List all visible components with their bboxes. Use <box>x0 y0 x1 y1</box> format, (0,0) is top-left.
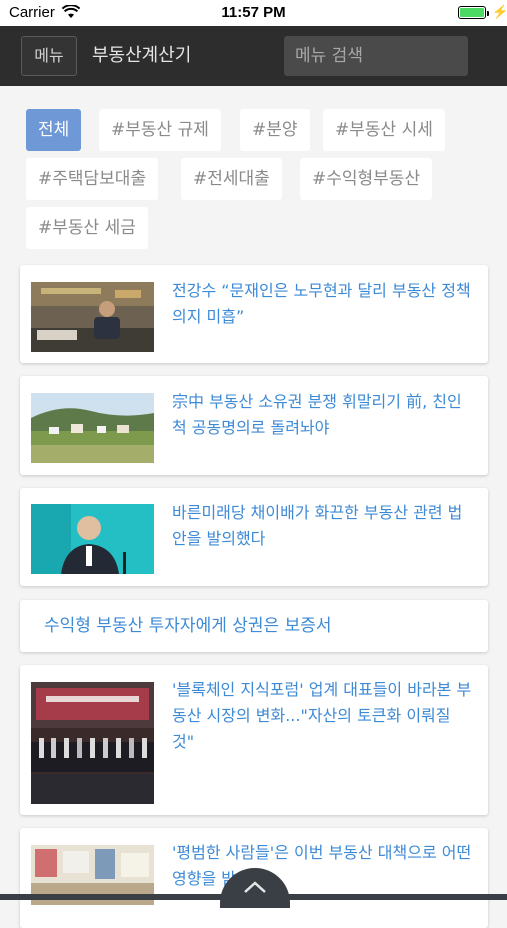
charging-bolt-icon: ⚡ <box>492 4 507 19</box>
clock: 11:57 PM <box>221 4 286 21</box>
tag-all[interactable]: 전체 <box>26 109 82 151</box>
tag-mortgage-loan[interactable]: #주택담보대출 <box>26 158 159 200</box>
news-title-3[interactable]: 바른미래당 채이배가 화끈한 부동산 관련 법안을 발의했다 <box>172 500 472 552</box>
news-thumbnail-5 <box>31 682 154 804</box>
news-card-5[interactable]: '블록체인 지식포럼' 업계 대표들이 바라본 부동산 시장의 변화..."자산… <box>20 665 488 815</box>
news-title-1[interactable]: 전강수 “문재인은 노무현과 달리 부동산 정책 의지 미흡” <box>172 278 472 330</box>
nav-bar: 메뉴 부동산계산기 <box>0 26 507 86</box>
news-title-4[interactable]: 수익형 부동산 투자자에게 상권은 보증서 <box>44 613 472 639</box>
news-thumbnail-3 <box>31 504 154 574</box>
battery-fill <box>460 8 484 17</box>
news-title-2[interactable]: 宗中 부동산 소유권 분쟁 휘말리기 前, 친인척 공동명의로 돌려놔야 <box>172 389 472 441</box>
tag-regulation[interactable]: #부동산 규제 <box>99 109 221 151</box>
tag-property-tax[interactable]: #부동산 세금 <box>26 207 148 249</box>
battery-icon <box>458 6 489 19</box>
news-card-1[interactable]: 전강수 “문재인은 노무현과 달리 부동산 정책 의지 미흡” <box>20 265 488 363</box>
news-card-4[interactable]: 수익형 부동산 투자자에게 상권은 보증서 <box>20 600 488 652</box>
news-thumbnail-2 <box>31 393 154 463</box>
menu-search-input[interactable] <box>284 36 468 76</box>
menu-button[interactable]: 메뉴 <box>21 36 77 76</box>
news-thumbnail-1 <box>31 282 154 352</box>
tag-presale[interactable]: #분양 <box>240 109 310 151</box>
status-bar: Carrier 11:57 PM ⚡ <box>0 0 507 26</box>
tag-income-property[interactable]: #수익형부동산 <box>300 158 433 200</box>
tag-market-price[interactable]: #부동산 시세 <box>323 109 445 151</box>
news-title-6[interactable]: '평범한 사람들'은 이번 부동산 대책으로 어떤 영향을 받을까? <box>172 840 472 892</box>
chevron-up-icon <box>244 881 266 893</box>
tag-jeonse-loan[interactable]: #전세대출 <box>181 158 282 200</box>
battery-cap <box>487 11 489 16</box>
news-card-2[interactable]: 宗中 부동산 소유권 분쟁 휘말리기 前, 친인척 공동명의로 돌려놔야 <box>20 376 488 475</box>
news-title-5[interactable]: '블록체인 지식포럼' 업계 대표들이 바라본 부동산 시장의 변화..."자산… <box>172 677 472 755</box>
app-title: 부동산계산기 <box>92 45 192 66</box>
news-card-3[interactable]: 바른미래당 채이배가 화끈한 부동산 관련 법안을 발의했다 <box>20 488 488 586</box>
